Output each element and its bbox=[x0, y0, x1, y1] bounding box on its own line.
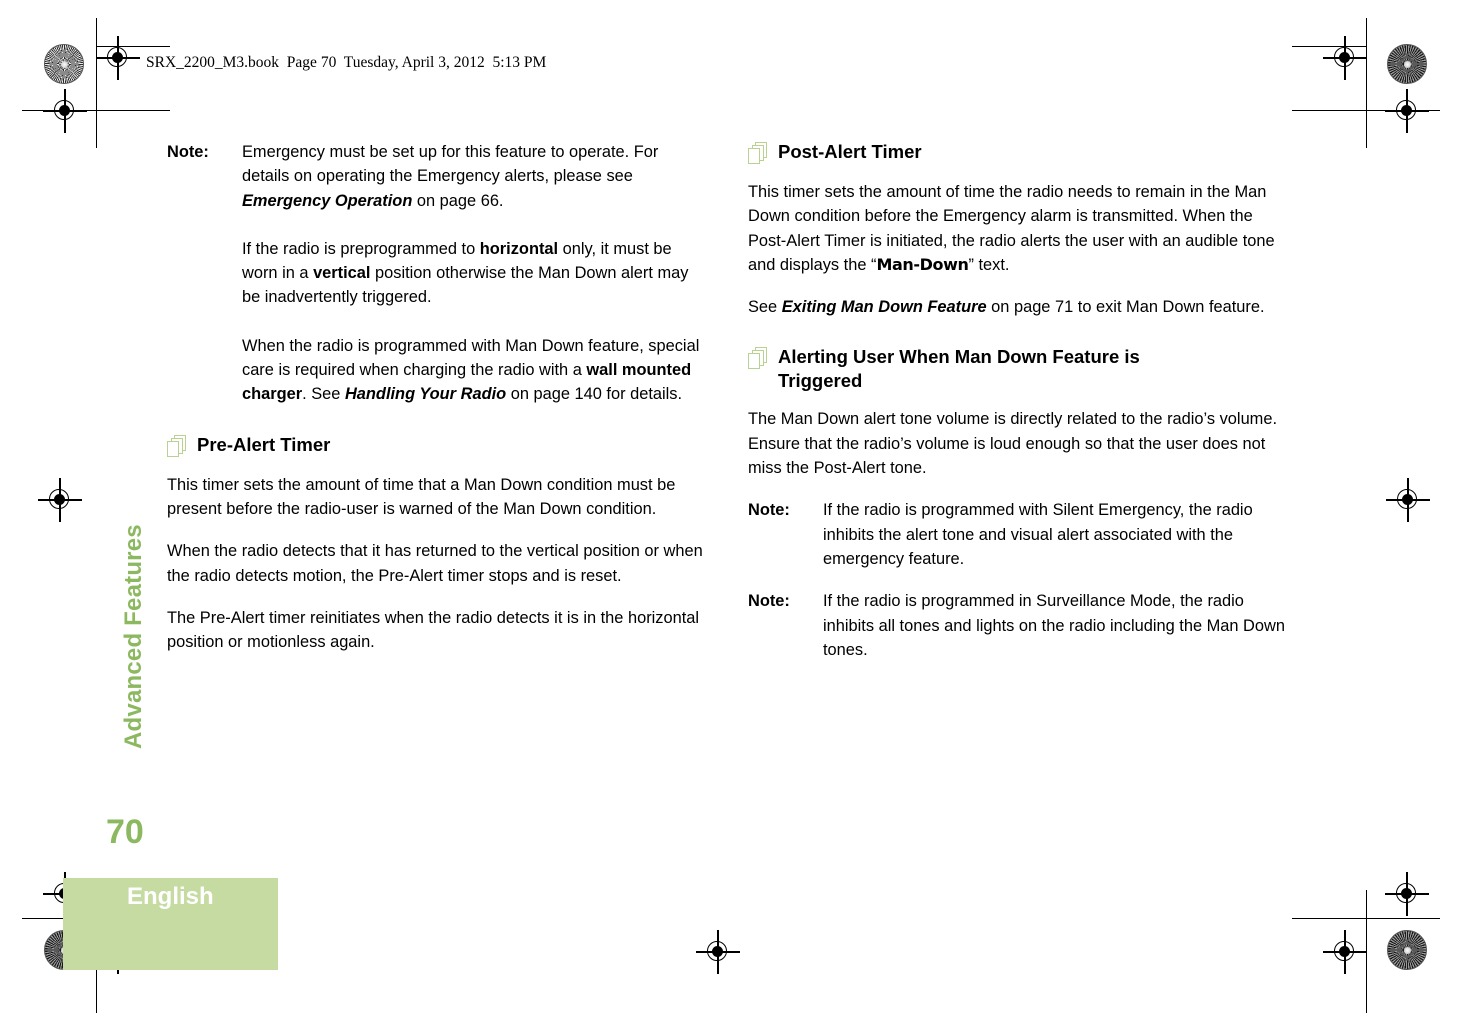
cross-reference-exiting-man-down-feature: Exiting Man Down Feature bbox=[781, 298, 987, 317]
post-alert-text-part2: ” text. bbox=[968, 255, 1010, 274]
note-body: If the radio is programmed with Silent E… bbox=[823, 501, 1253, 568]
note-label: Note: bbox=[167, 143, 209, 161]
paragraph-spacer-2 bbox=[167, 310, 707, 334]
note-cont2-part2: . See bbox=[302, 385, 345, 404]
page-number: 70 bbox=[106, 813, 144, 851]
registration-cross-top-right bbox=[1323, 36, 1367, 80]
registration-cross-upper-left-edge bbox=[43, 89, 87, 133]
paragraph-exiting-reference: See Exiting Man Down Feature on page 71 … bbox=[748, 295, 1288, 319]
note-body: Emergency must be set up for this featur… bbox=[242, 140, 707, 213]
note-label: Note: bbox=[748, 501, 790, 520]
emphasis-vertical: vertical bbox=[313, 264, 371, 283]
paragraph-alert-tone-volume: The Man Down alert tone volume is direct… bbox=[748, 410, 1278, 478]
note-continuation-wall-charger: When the radio is programmed with Man Do… bbox=[242, 334, 707, 407]
paragraph-pre-alert-1: This timer sets the amount of time that … bbox=[167, 475, 676, 518]
chapter-tab-label: Advanced Features bbox=[120, 524, 147, 749]
post-alert-text-part1: This timer sets the amount of time the r… bbox=[748, 183, 1275, 274]
note-continuation-horizontal-vertical: If the radio is preprogrammed to horizon… bbox=[242, 237, 707, 310]
trim-line-bottom-right-horizontal bbox=[1292, 918, 1440, 920]
paragraph-pre-alert-3: The Pre-Alert timer reinitiates when the… bbox=[167, 608, 700, 652]
note-cont-part1: If the radio is preprogrammed to bbox=[242, 239, 480, 258]
right-column: Post-Alert Timer This timer sets the amo… bbox=[748, 140, 1288, 662]
stacked-pages-icon bbox=[167, 434, 189, 461]
section-heading-post-alert-timer: Post-Alert Timer bbox=[748, 140, 1288, 166]
section-title-text: Alerting User When Man Down Feature is T… bbox=[778, 346, 1140, 392]
note-text-part2: on page 66. bbox=[412, 191, 504, 210]
cross-reference-handling-your-radio: Handling Your Radio bbox=[344, 385, 507, 404]
section-heading-pre-alert-timer: Pre-Alert Timer bbox=[167, 433, 707, 459]
paragraph-post-alert-description: This timer sets the amount of time the r… bbox=[748, 180, 1288, 277]
note-block-surveillance-mode: Note: If the radio is programmed in Surv… bbox=[748, 589, 1288, 662]
note-block-emergency-setup: Note: Emergency must be set up for this … bbox=[167, 140, 707, 213]
language-label: English bbox=[127, 883, 214, 910]
registration-cross-mid-left bbox=[38, 478, 82, 522]
registration-cross-bottom-center bbox=[696, 930, 740, 974]
file-header-text: SRX_2200_M3.book Page 70 Tuesday, April … bbox=[146, 54, 547, 71]
see-text-part2: on page 71 to exit Man Down feature. bbox=[986, 298, 1265, 317]
note-cont2-part3: on page 140 for details. bbox=[506, 385, 683, 404]
registration-starburst-top-left bbox=[44, 44, 84, 84]
stacked-pages-icon bbox=[748, 142, 770, 168]
section-title-text: Pre-Alert Timer bbox=[197, 433, 331, 455]
see-text-part1: See bbox=[748, 298, 782, 317]
radio-display-text-man-down: Man-Down bbox=[876, 254, 969, 274]
registration-cross-top-left bbox=[96, 36, 140, 80]
note-label: Note: bbox=[748, 592, 790, 611]
registration-cross-upper-right-edge bbox=[1385, 89, 1429, 133]
registration-starburst-top-right bbox=[1387, 44, 1427, 84]
registration-cross-lower-right-edge bbox=[1385, 872, 1429, 916]
note-body: If the radio is programmed in Surveillan… bbox=[823, 592, 1285, 659]
registration-cross-mid-right bbox=[1386, 478, 1430, 522]
registration-starburst-bottom-right bbox=[1387, 930, 1427, 970]
cross-reference-emergency-operation: Emergency Operation bbox=[242, 191, 413, 210]
note-text-part1: Emergency must be set up for this featur… bbox=[242, 143, 659, 186]
stacked-pages-icon bbox=[748, 347, 770, 373]
emphasis-horizontal: horizontal bbox=[479, 239, 559, 258]
section-title-text: Post-Alert Timer bbox=[778, 141, 922, 162]
note-block-silent-emergency: Note: If the radio is programmed with Si… bbox=[748, 498, 1288, 571]
paragraph-pre-alert-2: When the radio detects that it has retur… bbox=[167, 542, 703, 585]
registration-cross-bottom-right bbox=[1323, 930, 1367, 974]
left-column: Note: Emergency must be set up for this … bbox=[167, 140, 707, 672]
section-heading-alerting-user: Alerting User When Man Down Feature is T… bbox=[748, 345, 1288, 393]
document-page: SRX_2200_M3.book Page 70 Tuesday, April … bbox=[0, 0, 1462, 1013]
